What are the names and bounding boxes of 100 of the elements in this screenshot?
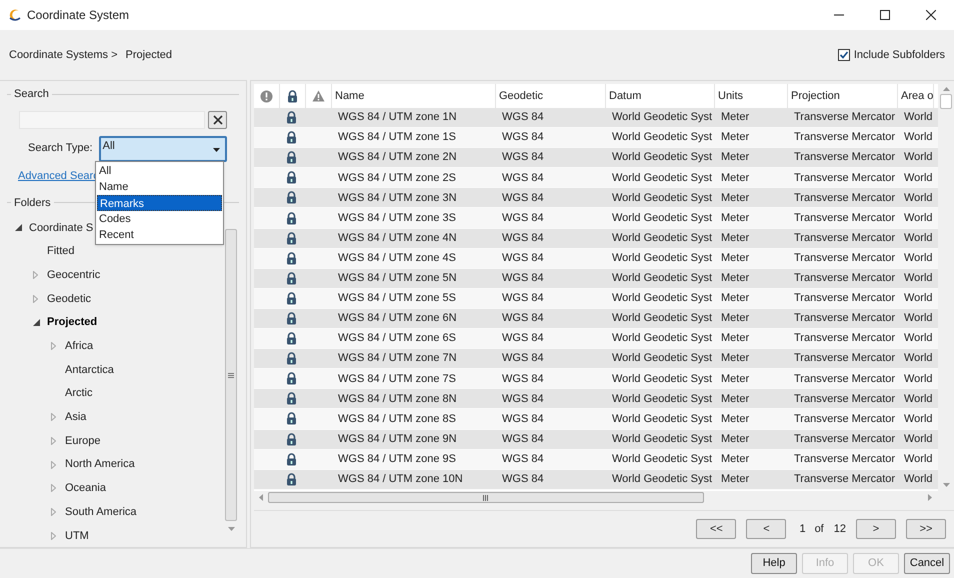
- scroll-up-icon[interactable]: [942, 87, 950, 91]
- breadcrumb-link[interactable]: Coordinate Systems >: [9, 46, 118, 64]
- tree-item[interactable]: Geodetic: [47, 290, 92, 308]
- scroll-down-icon[interactable]: [942, 483, 950, 487]
- scroll-left-icon[interactable]: [259, 494, 263, 501]
- table-row[interactable]: WGS 84 / UTM zone 6N WGS 84 World Geodetic Syst Meter Transverse Mercator World: [254, 308, 938, 330]
- table-row[interactable]: WGS 84 / UTM zone 1S WGS 84 World Geodetic Syst Meter Transverse Mercator World: [254, 128, 938, 148]
- tree-item[interactable]: Fitted: [47, 243, 75, 260]
- collapse-arrow-icon[interactable]: [15, 224, 22, 232]
- group-label: Folders: [13, 196, 52, 210]
- table-cell-text: WGS 84: [501, 271, 545, 286]
- table-cell-text: Transverse Mercator: [793, 372, 896, 387]
- expand-arrow-icon[interactable]: [51, 413, 56, 422]
- table-cell-text: WGS 84 / UTM zone 7S: [337, 372, 457, 387]
- table-cell-text: Meter: [720, 432, 750, 447]
- table-cell-text: WGS 84: [501, 432, 545, 447]
- checkbox-label[interactable]: Include Subfolders: [854, 46, 945, 64]
- scroll-down-icon[interactable]: [228, 527, 234, 531]
- clear-search-button[interactable]: [208, 110, 227, 128]
- dropdown-option[interactable]: Name: [97, 179, 222, 195]
- table-cell-text: World Geodetic Syst: [611, 230, 714, 246]
- expand-arrow-icon[interactable]: [33, 294, 38, 303]
- tree-item[interactable]: UTM: [65, 528, 89, 544]
- table-row[interactable]: WGS 84 / UTM zone 1N WGS 84 World Geodetic Syst Meter Transverse Mercator World: [254, 108, 938, 128]
- expand-arrow-icon[interactable]: [51, 460, 56, 469]
- table-row[interactable]: WGS 84 / UTM zone 2S WGS 84 World Geodetic Syst Meter Transverse Mercator World: [254, 168, 938, 188]
- expand-arrow-icon[interactable]: [33, 271, 38, 280]
- dropdown-option[interactable]: All: [97, 163, 222, 179]
- tree-item[interactable]: North America: [65, 456, 135, 473]
- table-row[interactable]: WGS 84 / UTM zone 5S WGS 84 World Geodetic Syst Meter Transverse Mercator World: [254, 288, 938, 309]
- table-cell-text: WGS 84: [501, 190, 545, 206]
- table-row[interactable]: WGS 84 / UTM zone 4N WGS 84 World Geodetic Syst Meter Transverse Mercator World: [254, 228, 938, 249]
- table-row[interactable]: WGS 84 / UTM zone 4S WGS 84 World Geodetic Syst Meter Transverse Mercator World: [254, 248, 938, 269]
- last-page-button[interactable]: >>: [906, 519, 946, 539]
- table-cell-text: World: [903, 230, 934, 246]
- table-cell-text: WGS 84: [501, 311, 545, 326]
- dropdown-option[interactable]: Remarks: [97, 195, 222, 211]
- table-cell-text: Meter: [720, 472, 750, 487]
- dropdown-option[interactable]: Recent: [97, 227, 222, 243]
- table-row[interactable]: WGS 84 / UTM zone 5N WGS 84 World Geodetic Syst Meter Transverse Mercator World: [254, 268, 938, 289]
- table-cell-text: Transverse Mercator: [793, 291, 896, 306]
- table-cell-text: Transverse Mercator: [793, 392, 896, 407]
- close-icon: [212, 114, 222, 124]
- table-cell-text: World Geodetic Syst: [611, 110, 714, 126]
- tree-item[interactable]: Coordinate S: [29, 220, 94, 236]
- lock-icon: [286, 171, 297, 184]
- collapse-arrow-icon[interactable]: [33, 319, 40, 326]
- table-row[interactable]: WGS 84 / UTM zone 8S WGS 84 World Geodetic Syst Meter Transverse Mercator World: [254, 409, 938, 430]
- lock-icon: [286, 392, 297, 406]
- tree-item[interactable]: Oceania: [65, 480, 106, 497]
- dialog-button[interactable]: Cancel: [904, 553, 950, 574]
- expand-arrow-icon[interactable]: [51, 437, 56, 446]
- checkbox[interactable]: [838, 49, 850, 61]
- scrollbar-thumb[interactable]: [940, 94, 952, 109]
- table-cell-text: Transverse Mercator: [793, 472, 896, 487]
- table-row[interactable]: WGS 84 / UTM zone 3N WGS 84 World Geodetic Syst Meter Transverse Mercator World: [254, 188, 938, 208]
- table-cell-text: Meter: [720, 412, 750, 427]
- table-cell-text: WGS 84: [501, 331, 545, 346]
- table-cell-text: WGS 84 / UTM zone 8S: [337, 412, 457, 427]
- table-cell-text: WGS 84 / UTM zone 2S: [337, 170, 457, 186]
- table-cell-text: World: [903, 392, 934, 407]
- table-cell-text: World Geodetic Syst: [611, 170, 714, 186]
- search-type-combo[interactable]: All: [98, 136, 227, 162]
- first-page-button[interactable]: <<: [696, 519, 736, 539]
- table-cell-text: WGS 84 / UTM zone 5S: [337, 291, 457, 306]
- table-cell-text: Meter: [720, 452, 750, 467]
- expand-arrow-icon[interactable]: [51, 508, 56, 516]
- scroll-right-icon[interactable]: [928, 494, 932, 501]
- expand-arrow-icon[interactable]: [51, 342, 56, 350]
- table-row[interactable]: WGS 84 / UTM zone 10N WGS 84 World Geodetic Syst Meter Transverse Mercator World: [254, 470, 938, 490]
- previous-page-button[interactable]: <: [746, 519, 786, 539]
- tree-item[interactable]: Europe: [65, 432, 100, 450]
- tree-item[interactable]: Africa: [65, 338, 94, 355]
- tree-item[interactable]: South America: [65, 504, 137, 520]
- expand-arrow-icon[interactable]: [51, 532, 56, 540]
- tree-item[interactable]: Arctic: [65, 385, 92, 402]
- lock-icon: [287, 90, 298, 102]
- table-row[interactable]: WGS 84 / UTM zone 9S WGS 84 World Geodetic Syst Meter Transverse Mercator World: [254, 450, 938, 470]
- dropdown-option[interactable]: Codes: [97, 211, 222, 227]
- tree-item[interactable]: Projected: [47, 314, 98, 331]
- table-row[interactable]: WGS 84 / UTM zone 8N WGS 84 World Geodetic Syst Meter Transverse Mercator World: [254, 389, 938, 410]
- table-row[interactable]: WGS 84 / UTM zone 7N WGS 84 World Geodetic Syst Meter Transverse Mercator World: [254, 349, 938, 370]
- expand-arrow-icon[interactable]: [51, 484, 56, 492]
- tree-item[interactable]: Geocentric: [47, 266, 100, 284]
- table-cell-text: WGS 84: [501, 412, 545, 427]
- next-page-button[interactable]: >: [856, 519, 896, 539]
- table-cell-text: WGS 84 / UTM zone 1S: [337, 130, 457, 146]
- lock-icon: [286, 151, 297, 164]
- table-row[interactable]: WGS 84 / UTM zone 6S WGS 84 World Geodetic Syst Meter Transverse Mercator World: [254, 329, 938, 350]
- table-row[interactable]: WGS 84 / UTM zone 3S WGS 84 World Geodetic Syst Meter Transverse Mercator World: [254, 208, 938, 229]
- lock-icon: [286, 352, 297, 366]
- table-row[interactable]: WGS 84 / UTM zone 2N WGS 84 World Geodetic Syst Meter Transverse Mercator World: [254, 148, 938, 168]
- table-row[interactable]: WGS 84 / UTM zone 7S WGS 84 World Geodetic Syst Meter Transverse Mercator World: [254, 369, 938, 390]
- table-cell-text: WGS 84: [501, 170, 545, 186]
- table-row[interactable]: WGS 84 / UTM zone 9N WGS 84 World Geodetic Syst Meter Transverse Mercator World: [254, 430, 938, 450]
- lock-icon: [286, 252, 297, 265]
- tree-item[interactable]: Asia: [65, 409, 86, 426]
- dialog-button[interactable]: Help: [751, 553, 797, 574]
- table-cell-text: Meter: [720, 210, 750, 226]
- tree-item[interactable]: Antarctica: [65, 362, 114, 378]
